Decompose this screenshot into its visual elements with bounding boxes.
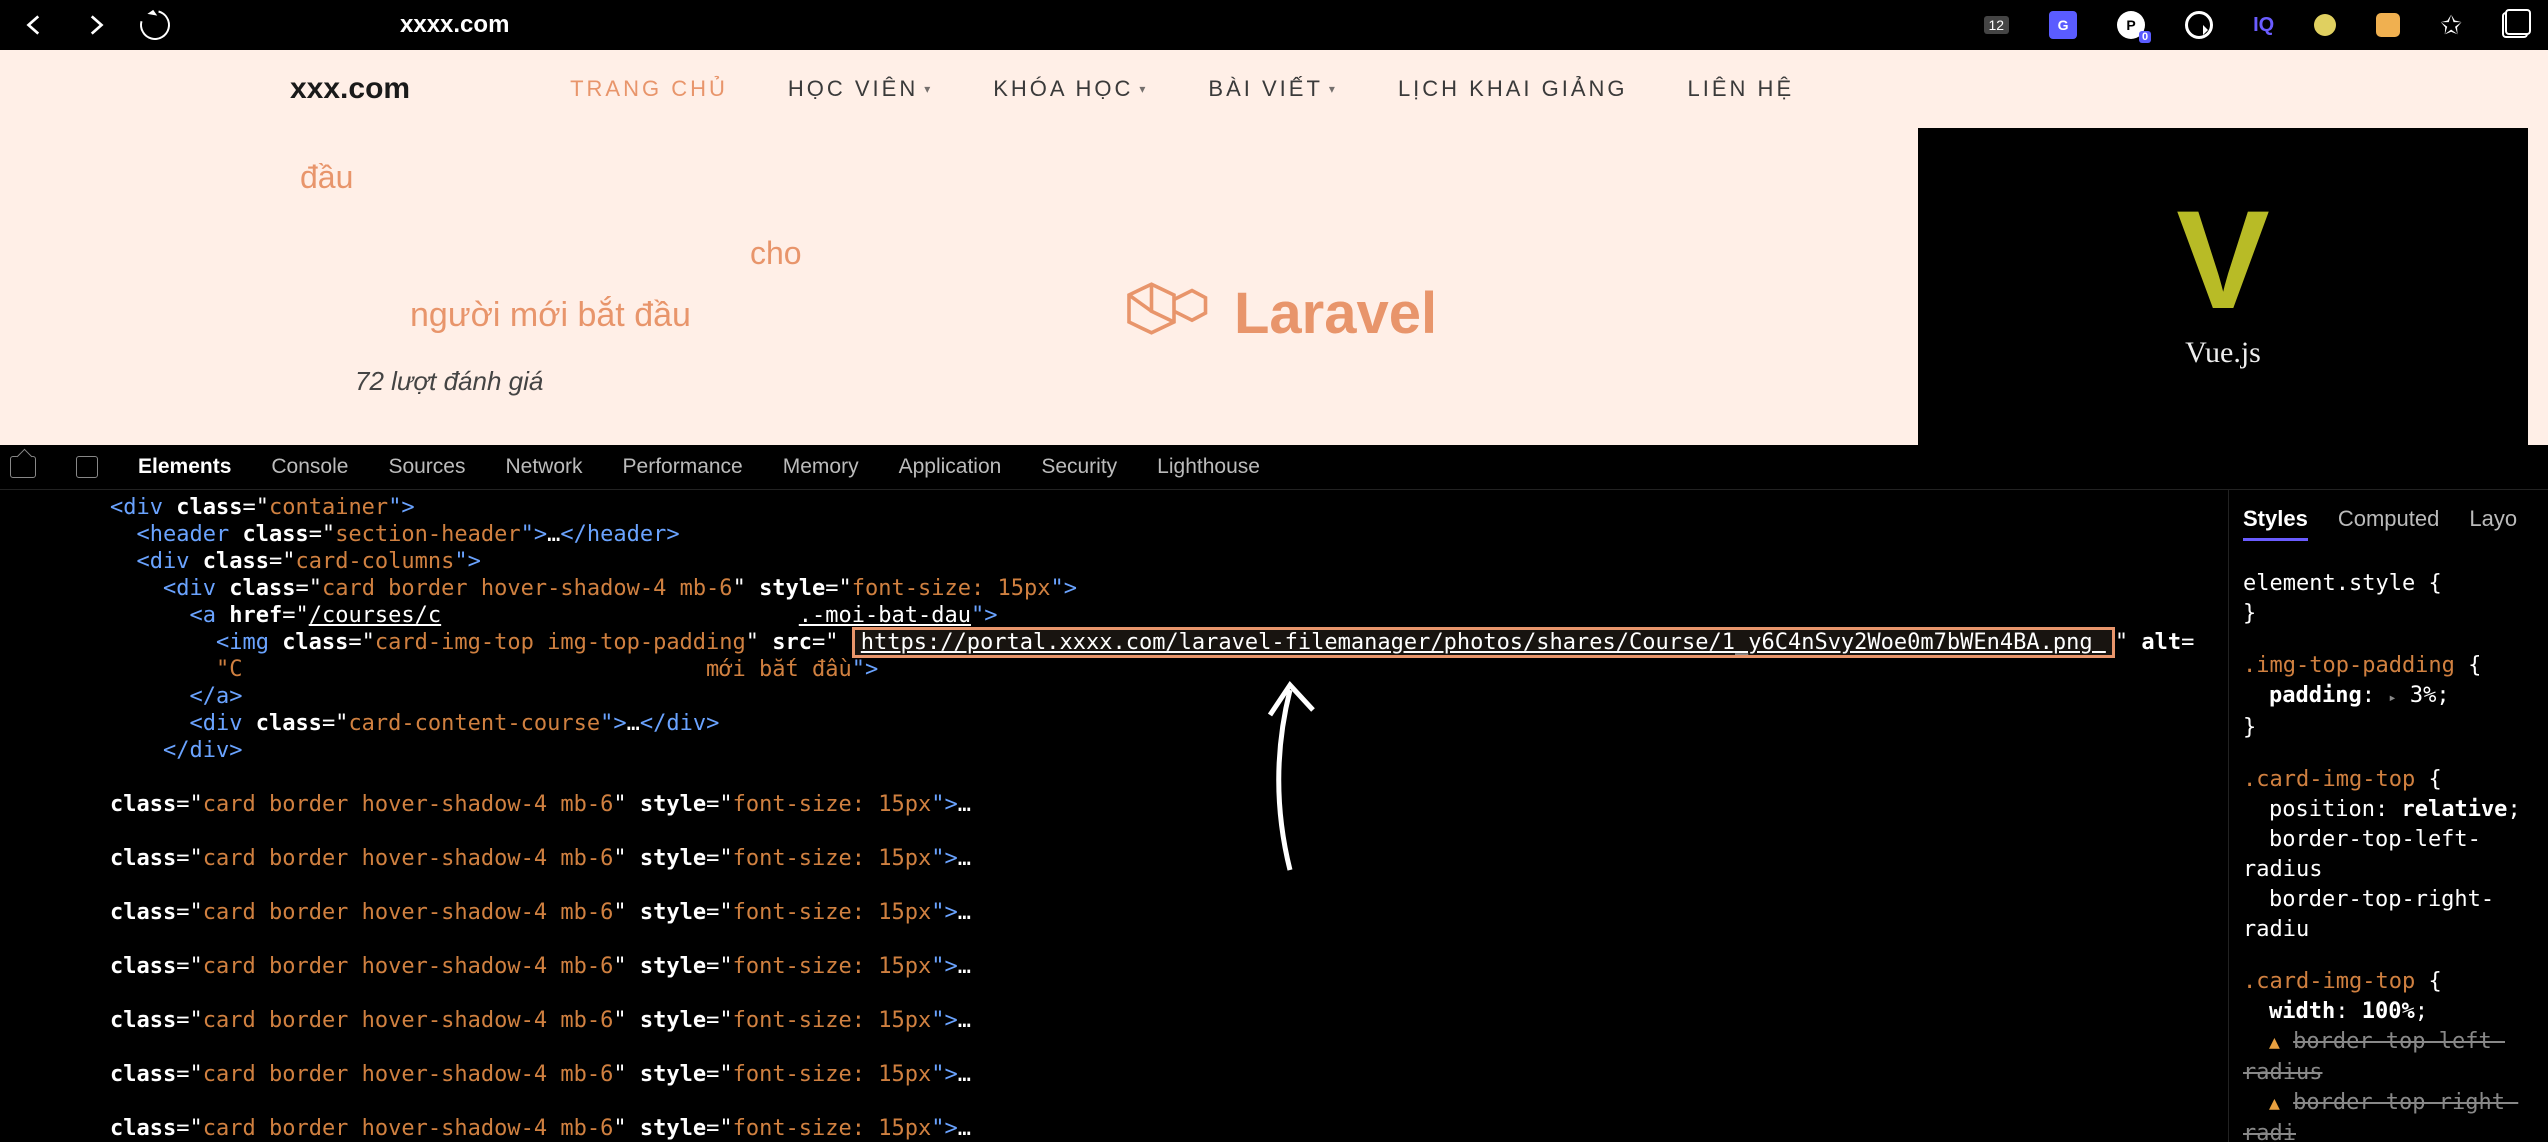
hero-line1: đầu (300, 158, 802, 196)
style-rule: .img-top-padding { padding: ▸ 3%; } (2243, 651, 2548, 743)
vue-logo-icon: V (2176, 204, 2269, 316)
forward-button[interactable] (80, 10, 110, 40)
responsive-mode-icon[interactable] (76, 456, 98, 478)
vue-label: Vue.js (2185, 336, 2261, 370)
devtools-panel: Elements Console Sources Network Perform… (0, 445, 2548, 1142)
annotation-arrow-icon (1245, 670, 1335, 887)
nav-article-label: BÀI VIẾT (1208, 76, 1322, 102)
tab-sources[interactable]: Sources (388, 455, 465, 479)
nav-schedule[interactable]: LỊCH KHAI GIẢNG (1398, 76, 1628, 102)
devtools-tabbar: Elements Console Sources Network Perform… (0, 445, 2548, 490)
reload-button[interactable] (135, 5, 176, 46)
style-rule: .card-img-top { width: 100%; ▲ border-to… (2243, 967, 2548, 1142)
tab-security[interactable]: Security (1041, 455, 1117, 479)
tab-network[interactable]: Network (505, 455, 582, 479)
site-navbar: xxx.com TRANG CHỦ HỌC VIÊN ▾ KHÓA HỌC ▾ BÀ… (0, 50, 2548, 128)
site-logo[interactable]: xxx.com (290, 72, 410, 106)
tab-application[interactable]: Application (899, 455, 1002, 479)
hero-headline: đầu cho người mới bắt đầu (300, 158, 802, 336)
tabs-overview-icon[interactable] (2502, 12, 2528, 38)
nav-student[interactable]: HỌC VIÊN ▾ (788, 76, 933, 102)
style-rule: .card-img-top { position: relative; bord… (2243, 765, 2548, 945)
highlighted-src-url[interactable]: https://portal.xxxx.com/laravel-filemana… (852, 627, 2115, 658)
devtools-body: <div class="container"> <header class="s… (0, 490, 2548, 1142)
nav-student-label: HỌC VIÊN (788, 76, 918, 102)
nav-home[interactable]: TRANG CHỦ (570, 76, 728, 102)
ext-p-label: P (2126, 17, 2135, 33)
address-bar[interactable]: xxxx.com (400, 11, 509, 39)
chevron-down-icon: ▾ (1139, 82, 1148, 96)
tab-elements[interactable]: Elements (138, 455, 231, 479)
extensions-bar: 12 G P 0 IQ ✩ (1984, 10, 2529, 41)
nav-contact[interactable]: LIÊN HỆ (1688, 76, 1795, 102)
styles-pane[interactable]: Styles Computed Layo element.style { } .… (2228, 490, 2548, 1142)
yellow-ext-icon[interactable] (2314, 14, 2336, 36)
back-button[interactable] (20, 10, 50, 40)
iq-ext-icon[interactable]: IQ (2253, 14, 2274, 37)
laravel-label: Laravel (1234, 280, 1437, 347)
tab-computed[interactable]: Computed (2338, 504, 2440, 541)
tab-count-badge: 12 (1984, 16, 2010, 34)
ext-p-count: 0 (2139, 31, 2151, 43)
chevron-down-icon: ▾ (1329, 82, 1338, 96)
orange-ext-icon[interactable] (2376, 13, 2400, 37)
tab-lighthouse[interactable]: Lighthouse (1157, 455, 1260, 479)
laravel-card[interactable]: Laravel (1120, 268, 1437, 358)
inspect-element-icon[interactable] (10, 456, 36, 478)
hero-line3: người mới bắt đầu (410, 295, 802, 336)
sync-ext-icon[interactable] (2185, 11, 2213, 39)
bookmark-star-icon[interactable]: ✩ (2440, 10, 2462, 41)
pocket-ext-icon[interactable]: P 0 (2117, 11, 2145, 39)
nav-course-label: KHÓA HỌC (993, 76, 1133, 102)
tab-layout[interactable]: Layo (2469, 504, 2517, 541)
chevron-down-icon: ▾ (924, 82, 933, 96)
tab-performance[interactable]: Performance (623, 455, 743, 479)
nav-course[interactable]: KHÓA HỌC ▾ (993, 76, 1148, 102)
dom-tree[interactable]: <div class="container"> <header class="s… (0, 490, 2228, 1142)
hero-line2: cho (750, 234, 802, 272)
style-rule: element.style { } (2243, 569, 2548, 629)
tab-styles[interactable]: Styles (2243, 504, 2308, 541)
browser-toolbar: xxxx.com 12 G P 0 IQ ✩ (0, 0, 2548, 50)
nav-article[interactable]: BÀI VIẾT ▾ (1208, 76, 1338, 102)
tab-console[interactable]: Console (271, 455, 348, 479)
translate-ext-icon[interactable]: G (2049, 11, 2077, 39)
laravel-logo-icon (1120, 268, 1210, 358)
hero-subtext: 72 lượt đánh giá (355, 366, 543, 397)
vue-card[interactable]: V Vue.js (1918, 128, 2528, 445)
tab-memory[interactable]: Memory (783, 455, 859, 479)
webpage-content: xxx.com TRANG CHỦ HỌC VIÊN ▾ KHÓA HỌC ▾ BÀ… (0, 50, 2548, 445)
hero-section: đầu cho người mới bắt đầu 72 lượt đánh g… (0, 128, 2548, 445)
styles-tabbar: Styles Computed Layo (2243, 504, 2548, 541)
